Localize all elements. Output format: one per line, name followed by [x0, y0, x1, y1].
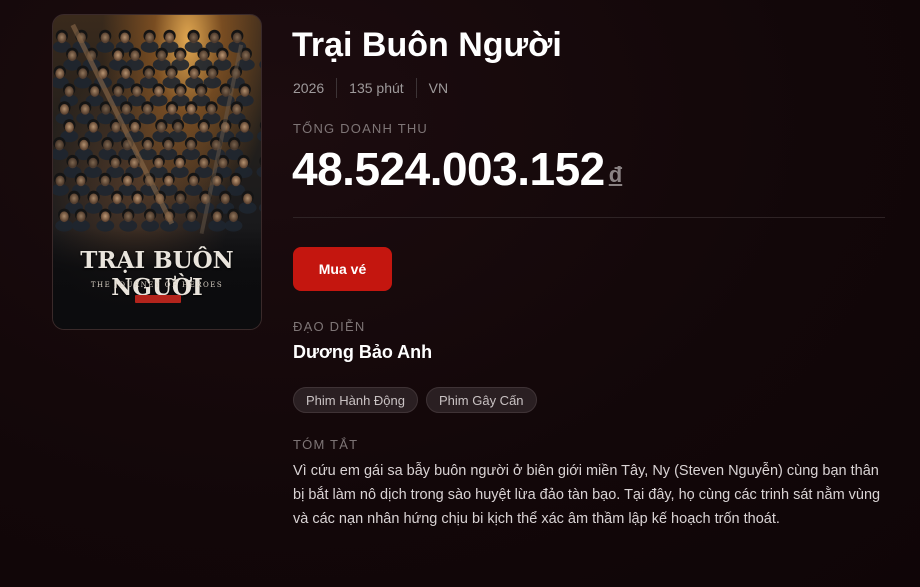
buy-ticket-button[interactable]: Mua vé — [293, 247, 392, 291]
genre-chip-action[interactable]: Phim Hành Động — [293, 387, 418, 413]
revenue-amount: 48.524.003.152 — [292, 143, 605, 195]
movie-year: 2026 — [293, 80, 325, 96]
movie-meta: 2026 135 phút VN — [293, 78, 448, 98]
movie-country: VN — [428, 80, 449, 96]
movie-title: Trại Buôn Người — [292, 26, 562, 64]
movie-duration: 135 phút — [349, 80, 404, 96]
revenue-label: TỔNG DOANH THU — [293, 121, 429, 136]
currency-symbol: đ — [608, 162, 623, 187]
movie-poster: TRẠI BUÔN NGƯỜI THE JOURNEY OF HEROES — [52, 14, 262, 330]
genre-chip-thriller[interactable]: Phim Gây Cấn — [426, 387, 537, 413]
movie-detail-page: TRẠI BUÔN NGƯỜI THE JOURNEY OF HEROES Tr… — [0, 0, 920, 587]
revenue-display: 48.524.003.152 đ — [292, 142, 622, 196]
meta-separator — [336, 78, 338, 98]
meta-separator — [415, 78, 417, 98]
poster-release-badge — [135, 295, 181, 303]
synopsis-text: Vì cứu em gái sa bẫy buôn người ở biên g… — [293, 463, 881, 527]
section-divider — [293, 217, 885, 218]
poster-title-text: TRẠI BUÔN NGƯỜI — [80, 247, 234, 301]
director-label: ĐẠO DIỄN — [293, 319, 366, 334]
synopsis-label: TÓM TẮT — [293, 437, 359, 452]
genre-list: Phim Hành Động Phim Gây Cấn — [293, 387, 537, 413]
director-name: Dương Bảo Anh — [293, 342, 433, 362]
poster-subtitle-text: THE JOURNEY OF HEROES — [90, 281, 224, 289]
